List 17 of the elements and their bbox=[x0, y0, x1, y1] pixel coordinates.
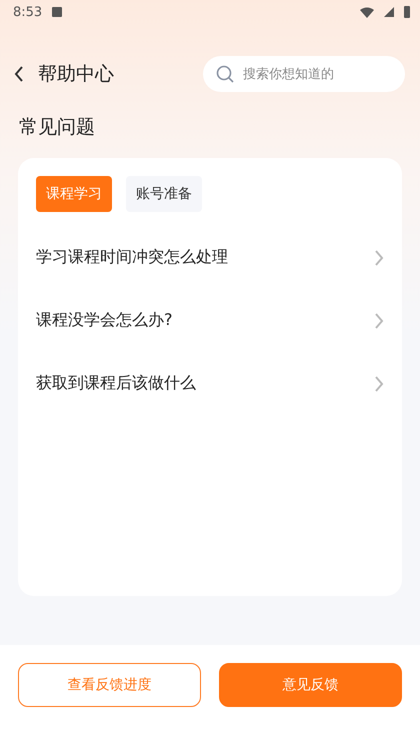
chevron-icon bbox=[375, 312, 384, 328]
signal-icon bbox=[384, 7, 394, 17]
back-icon[interactable] bbox=[14, 66, 24, 82]
battery-icon bbox=[404, 6, 410, 18]
page-title: 帮助中心 bbox=[38, 62, 115, 87]
question-item[interactable]: 学习课程时间冲突怎么处理 bbox=[36, 247, 228, 268]
wifi-icon bbox=[360, 6, 374, 18]
category-tab[interactable]: 账号准备 bbox=[126, 176, 202, 212]
notification-icon bbox=[52, 7, 62, 17]
status-time: 8:53 bbox=[13, 4, 42, 20]
section-title: 常见问题 bbox=[19, 115, 96, 140]
chevron-icon bbox=[375, 376, 384, 392]
chevron-icon bbox=[375, 250, 384, 266]
question-item[interactable]: 课程没学会怎么办? bbox=[36, 310, 172, 331]
search-icon bbox=[216, 65, 234, 83]
question-item[interactable]: 获取到课程后该做什么 bbox=[36, 373, 196, 394]
search-field[interactable]: 搜索你想知道的 bbox=[203, 56, 405, 92]
